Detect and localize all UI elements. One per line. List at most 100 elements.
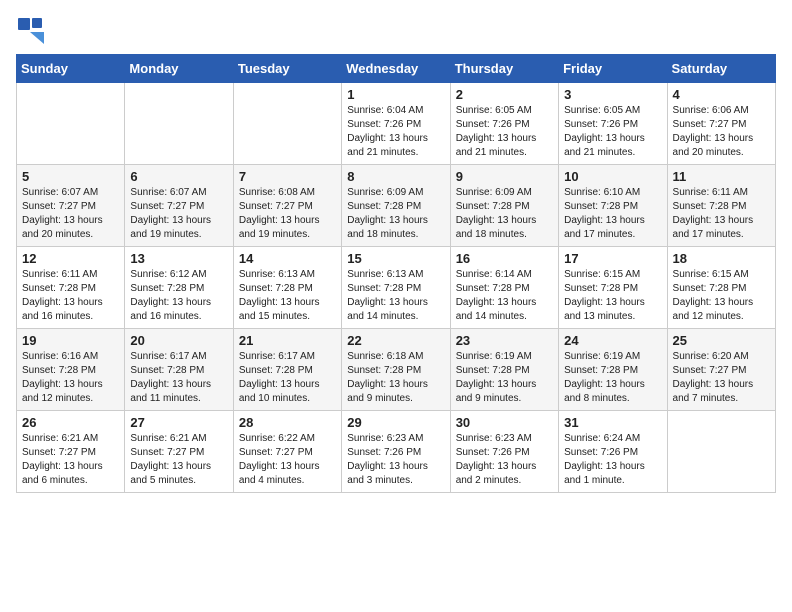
day-info: Sunrise: 6:14 AM Sunset: 7:28 PM Dayligh… [456,268,553,324]
day-number: 17 [564,251,661,266]
day-info: Sunrise: 6:05 AM Sunset: 7:26 PM Dayligh… [564,104,661,160]
day-info: Sunrise: 6:23 AM Sunset: 7:26 PM Dayligh… [347,432,444,488]
calendar-cell: 16 Sunrise: 6:14 AM Sunset: 7:28 PM Dayli… [450,247,558,329]
calendar-cell: 2 Sunrise: 6:05 AM Sunset: 7:26 PM Daylig… [450,83,558,165]
day-number: 8 [347,169,444,184]
calendar-cell: 22 Sunrise: 6:18 AM Sunset: 7:28 PM Dayli… [342,329,450,411]
day-number: 7 [239,169,336,184]
calendar-cell: 6 Sunrise: 6:07 AM Sunset: 7:27 PM Daylig… [125,165,233,247]
day-number: 10 [564,169,661,184]
day-info: Sunrise: 6:09 AM Sunset: 7:28 PM Dayligh… [347,186,444,242]
weekday-header: Sunday [17,55,125,83]
weekday-header: Saturday [667,55,775,83]
day-number: 11 [673,169,770,184]
day-number: 18 [673,251,770,266]
day-number: 22 [347,333,444,348]
day-info: Sunrise: 6:10 AM Sunset: 7:28 PM Dayligh… [564,186,661,242]
calendar-cell: 11Sunrise: 6:11 AM Sunset: 7:28 PM Dayli… [667,165,775,247]
day-info: Sunrise: 6:22 AM Sunset: 7:27 PM Dayligh… [239,432,336,488]
calendar-cell: 28 Sunrise: 6:22 AM Sunset: 7:27 PM Dayli… [233,411,341,493]
day-info: Sunrise: 6:17 AM Sunset: 7:28 PM Dayligh… [130,350,227,406]
day-number: 13 [130,251,227,266]
day-number: 23 [456,333,553,348]
day-info: Sunrise: 6:11 AM Sunset: 7:28 PM Dayligh… [22,268,119,324]
calendar-cell: 14 Sunrise: 6:13 AM Sunset: 7:28 PM Dayli… [233,247,341,329]
day-info: Sunrise: 6:21 AM Sunset: 7:27 PM Dayligh… [22,432,119,488]
day-number: 20 [130,333,227,348]
calendar-cell: 18 Sunrise: 6:15 AM Sunset: 7:28 PM Dayli… [667,247,775,329]
day-number: 28 [239,415,336,430]
weekday-header-row: SundayMondayTuesdayWednesdayThursdayFrid… [17,55,776,83]
day-number: 2 [456,87,553,102]
day-number: 21 [239,333,336,348]
day-info: Sunrise: 6:07 AM Sunset: 7:27 PM Dayligh… [22,186,119,242]
logo [16,16,48,44]
calendar-cell: 29 Sunrise: 6:23 AM Sunset: 7:26 PM Dayli… [342,411,450,493]
calendar-week-row: 26 Sunrise: 6:21 AM Sunset: 7:27 PM Dayli… [17,411,776,493]
day-info: Sunrise: 6:15 AM Sunset: 7:28 PM Dayligh… [673,268,770,324]
day-number: 4 [673,87,770,102]
calendar-week-row: 12Sunrise: 6:11 AM Sunset: 7:28 PM Dayli… [17,247,776,329]
weekday-header: Monday [125,55,233,83]
calendar-cell: 5 Sunrise: 6:07 AM Sunset: 7:27 PM Daylig… [17,165,125,247]
day-info: Sunrise: 6:12 AM Sunset: 7:28 PM Dayligh… [130,268,227,324]
day-info: Sunrise: 6:18 AM Sunset: 7:28 PM Dayligh… [347,350,444,406]
weekday-header: Wednesday [342,55,450,83]
calendar-cell [667,411,775,493]
calendar-cell: 4Sunrise: 6:06 AM Sunset: 7:27 PM Daylig… [667,83,775,165]
day-number: 5 [22,169,119,184]
day-number: 16 [456,251,553,266]
day-info: Sunrise: 6:09 AM Sunset: 7:28 PM Dayligh… [456,186,553,242]
day-info: Sunrise: 6:23 AM Sunset: 7:26 PM Dayligh… [456,432,553,488]
weekday-header: Tuesday [233,55,341,83]
day-info: Sunrise: 6:24 AM Sunset: 7:26 PM Dayligh… [564,432,661,488]
calendar-cell: 25 Sunrise: 6:20 AM Sunset: 7:27 PM Dayli… [667,329,775,411]
day-number: 24 [564,333,661,348]
calendar-cell: 19 Sunrise: 6:16 AM Sunset: 7:28 PM Dayli… [17,329,125,411]
day-info: Sunrise: 6:21 AM Sunset: 7:27 PM Dayligh… [130,432,227,488]
day-info: Sunrise: 6:15 AM Sunset: 7:28 PM Dayligh… [564,268,661,324]
calendar-cell: 17 Sunrise: 6:15 AM Sunset: 7:28 PM Dayli… [559,247,667,329]
day-info: Sunrise: 6:19 AM Sunset: 7:28 PM Dayligh… [456,350,553,406]
calendar-cell: 1 Sunrise: 6:04 AM Sunset: 7:26 PM Daylig… [342,83,450,165]
day-info: Sunrise: 6:17 AM Sunset: 7:28 PM Dayligh… [239,350,336,406]
day-number: 14 [239,251,336,266]
calendar-cell: 15Sunrise: 6:13 AM Sunset: 7:28 PM Dayli… [342,247,450,329]
day-info: Sunrise: 6:13 AM Sunset: 7:28 PM Dayligh… [239,268,336,324]
day-info: Sunrise: 6:04 AM Sunset: 7:26 PM Dayligh… [347,104,444,160]
day-info: Sunrise: 6:05 AM Sunset: 7:26 PM Dayligh… [456,104,553,160]
day-number: 6 [130,169,227,184]
page-header [16,16,776,44]
day-number: 27 [130,415,227,430]
calendar-week-row: 19 Sunrise: 6:16 AM Sunset: 7:28 PM Dayli… [17,329,776,411]
calendar-cell: 26 Sunrise: 6:21 AM Sunset: 7:27 PM Dayli… [17,411,125,493]
day-info: Sunrise: 6:20 AM Sunset: 7:27 PM Dayligh… [673,350,770,406]
day-info: Sunrise: 6:13 AM Sunset: 7:28 PM Dayligh… [347,268,444,324]
calendar-week-row: 5 Sunrise: 6:07 AM Sunset: 7:27 PM Daylig… [17,165,776,247]
calendar-week-row: 1 Sunrise: 6:04 AM Sunset: 7:26 PM Daylig… [17,83,776,165]
calendar-cell: 21 Sunrise: 6:17 AM Sunset: 7:28 PM Dayli… [233,329,341,411]
day-info: Sunrise: 6:19 AM Sunset: 7:28 PM Dayligh… [564,350,661,406]
day-number: 29 [347,415,444,430]
calendar-cell [233,83,341,165]
day-info: Sunrise: 6:16 AM Sunset: 7:28 PM Dayligh… [22,350,119,406]
calendar-cell: 30 Sunrise: 6:23 AM Sunset: 7:26 PM Dayli… [450,411,558,493]
calendar-cell: 31 Sunrise: 6:24 AM Sunset: 7:26 PM Dayli… [559,411,667,493]
calendar-cell: 8 Sunrise: 6:09 AM Sunset: 7:28 PM Daylig… [342,165,450,247]
day-number: 1 [347,87,444,102]
weekday-header: Friday [559,55,667,83]
day-number: 25 [673,333,770,348]
calendar-cell: 24 Sunrise: 6:19 AM Sunset: 7:28 PM Dayli… [559,329,667,411]
calendar-cell: 10 Sunrise: 6:10 AM Sunset: 7:28 PM Dayli… [559,165,667,247]
calendar-cell: 20 Sunrise: 6:17 AM Sunset: 7:28 PM Dayli… [125,329,233,411]
day-info: Sunrise: 6:07 AM Sunset: 7:27 PM Dayligh… [130,186,227,242]
day-number: 30 [456,415,553,430]
calendar-cell: 9Sunrise: 6:09 AM Sunset: 7:28 PM Daylig… [450,165,558,247]
calendar-table: SundayMondayTuesdayWednesdayThursdayFrid… [16,54,776,493]
calendar-cell: 7Sunrise: 6:08 AM Sunset: 7:27 PM Daylig… [233,165,341,247]
day-number: 26 [22,415,119,430]
calendar-cell: 27 Sunrise: 6:21 AM Sunset: 7:27 PM Dayli… [125,411,233,493]
calendar-cell: 3Sunrise: 6:05 AM Sunset: 7:26 PM Daylig… [559,83,667,165]
day-number: 19 [22,333,119,348]
day-number: 31 [564,415,661,430]
